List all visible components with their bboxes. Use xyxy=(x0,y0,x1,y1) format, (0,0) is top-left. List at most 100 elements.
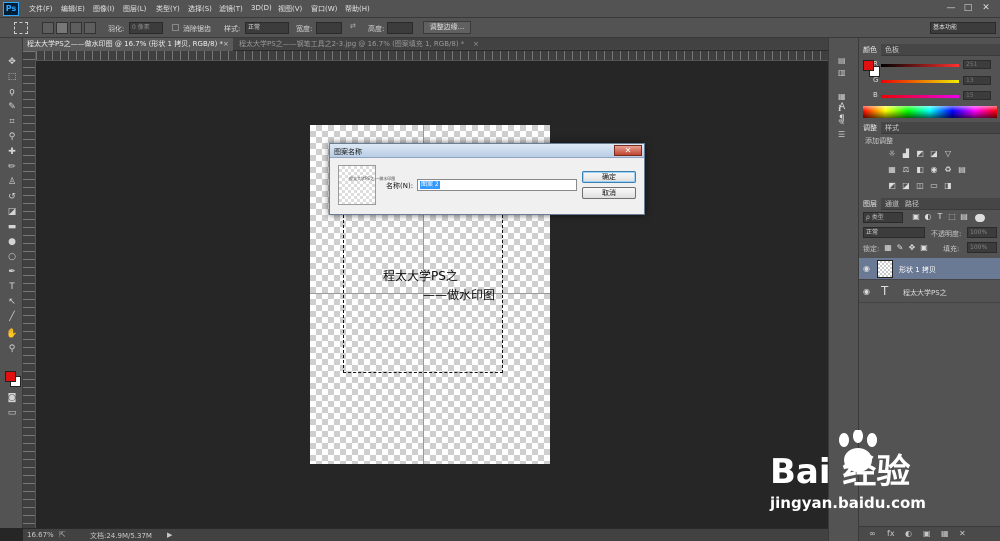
vibrance-icon[interactable]: ▽ xyxy=(943,149,953,159)
opacity-input[interactable]: 100% xyxy=(967,227,997,238)
red-track[interactable] xyxy=(881,64,959,67)
black-white-icon[interactable]: ◧ xyxy=(915,165,925,175)
filter-type-icon[interactable]: T xyxy=(935,212,945,222)
selective-color-icon[interactable]: ◨ xyxy=(943,181,953,191)
visibility-eye-icon[interactable]: ◉ xyxy=(863,287,870,296)
red-slider[interactable]: R 251 xyxy=(873,60,997,70)
menu-file[interactable]: 文件(F) xyxy=(29,4,53,14)
swap-icon[interactable]: ⇄ xyxy=(350,22,356,30)
eraser-icon[interactable]: ◪ xyxy=(6,206,18,218)
intersect-selection-icon[interactable] xyxy=(84,22,96,34)
tab-paths[interactable]: 路径 xyxy=(901,198,923,210)
layer-name[interactable]: 形状 1 拷贝 xyxy=(899,265,936,275)
visibility-eye-icon[interactable]: ◉ xyxy=(863,264,870,273)
brush-icon[interactable]: ✏ xyxy=(6,161,18,173)
cancel-button[interactable]: 取消 xyxy=(582,187,636,199)
green-track[interactable] xyxy=(881,80,959,83)
foreground-color-swatch[interactable] xyxy=(5,371,16,382)
green-value[interactable]: 13 xyxy=(963,76,991,85)
antialias-checkbox[interactable] xyxy=(172,24,179,31)
menu-view[interactable]: 视图(V) xyxy=(278,4,302,14)
add-selection-icon[interactable] xyxy=(56,22,68,34)
layer-row-text[interactable]: ◉ T 程太大学PS之 xyxy=(859,281,1000,303)
refine-edge-button[interactable]: 调整边缘... xyxy=(423,21,471,34)
pattern-name-value[interactable]: 图案 2 xyxy=(420,181,440,189)
subtract-selection-icon[interactable] xyxy=(70,22,82,34)
green-slider[interactable]: G 13 xyxy=(873,76,997,86)
status-menu-icon[interactable]: ▶ xyxy=(167,531,172,539)
paragraph-icon[interactable]: ¶ xyxy=(839,114,845,124)
filter-toggle[interactable] xyxy=(975,214,985,222)
curves-icon[interactable]: ◩ xyxy=(915,149,925,159)
layer-row-shape-copy[interactable]: ◉ 形状 1 拷贝 xyxy=(859,258,1000,280)
lock-position-icon[interactable]: ✥ xyxy=(907,243,917,253)
close-icon[interactable]: ✕ xyxy=(979,3,993,15)
crop-icon[interactable]: ⌗ xyxy=(6,116,18,128)
line-tool-icon[interactable]: ╱ xyxy=(6,311,18,323)
lock-all-icon[interactable]: ▣ xyxy=(919,243,929,253)
filter-adjust-icon[interactable]: ◐ xyxy=(923,212,933,222)
brightness-icon[interactable]: ☼ xyxy=(887,149,897,159)
history-icon[interactable]: ▤ xyxy=(838,56,850,66)
zoom-icon[interactable]: ⚲ xyxy=(6,343,18,355)
photo-filter-icon[interactable]: ◉ xyxy=(929,165,939,175)
new-selection-icon[interactable] xyxy=(42,22,54,34)
history-brush-icon[interactable]: ↺ xyxy=(6,191,18,203)
tab-channels[interactable]: 通道 xyxy=(881,198,903,210)
tab-styles[interactable]: 样式 xyxy=(881,122,903,134)
move-tool-icon[interactable]: ✥ xyxy=(6,56,18,68)
color-foreground-swatch[interactable] xyxy=(863,60,874,71)
tab-pen-tool-doc[interactable]: 程太大学PS之——钢笔工具之2-3.jpg @ 16.7% (图案填充 1, R… xyxy=(235,38,475,51)
export-icon[interactable]: ⇱ xyxy=(59,530,66,539)
tab-color[interactable]: 颜色 xyxy=(859,44,881,56)
swatches-icon[interactable]: ▦ xyxy=(838,92,850,102)
maximize-icon[interactable]: □ xyxy=(961,3,975,15)
path-select-icon[interactable]: ↖ xyxy=(6,296,18,308)
character-icon[interactable]: A xyxy=(839,102,845,112)
menu-help[interactable]: 帮助(H) xyxy=(345,4,370,14)
lock-transparent-icon[interactable]: ▦ xyxy=(883,243,893,253)
properties-icon[interactable]: ▥ xyxy=(838,68,850,78)
tab-layers[interactable]: 图层 xyxy=(859,198,881,210)
posterize-icon[interactable]: ◪ xyxy=(901,181,911,191)
tab-close-icon[interactable]: × xyxy=(223,40,229,48)
quick-mask-icon[interactable]: ◙ xyxy=(6,392,18,404)
style-select[interactable]: 正常 xyxy=(245,22,289,34)
blue-value[interactable]: 15 xyxy=(963,91,991,100)
new-group-icon[interactable]: ▣ xyxy=(923,529,931,538)
type-tool-icon[interactable]: T xyxy=(6,281,18,293)
eyedropper-icon[interactable]: ⚲ xyxy=(6,131,18,143)
healing-brush-icon[interactable]: ✚ xyxy=(6,146,18,158)
width-input[interactable] xyxy=(316,22,342,34)
fill-input[interactable]: 100% xyxy=(967,242,997,253)
lasso-icon[interactable]: ϙ xyxy=(6,86,18,98)
levels-icon[interactable]: ▟ xyxy=(901,149,911,159)
tab-close-icon[interactable]: × xyxy=(473,40,479,48)
menu-3d[interactable]: 3D(D) xyxy=(251,4,272,12)
menu-filter[interactable]: 滤镜(T) xyxy=(219,4,243,14)
fx-icon[interactable]: fx xyxy=(887,529,895,538)
menu-select[interactable]: 选择(S) xyxy=(188,4,212,14)
menu-layer[interactable]: 图层(L) xyxy=(123,4,146,14)
hand-icon[interactable]: ✋ xyxy=(6,328,18,340)
workspace-select[interactable]: 基本功能 xyxy=(930,22,996,34)
minimize-icon[interactable]: — xyxy=(944,3,958,15)
tab-adjustments[interactable]: 调整 xyxy=(859,122,881,134)
threshold-icon[interactable]: ◫ xyxy=(915,181,925,191)
filter-pixel-icon[interactable]: ▣ xyxy=(911,212,921,222)
invert-icon[interactable]: ◩ xyxy=(887,181,897,191)
link-layers-icon[interactable]: ∞ xyxy=(869,529,876,538)
delete-layer-icon[interactable]: ✕ xyxy=(959,529,966,538)
color-lookup-icon[interactable]: ▤ xyxy=(957,165,967,175)
new-layer-icon[interactable]: ▦ xyxy=(941,529,949,538)
channel-mixer-icon[interactable]: ♻ xyxy=(943,165,953,175)
exposure-icon[interactable]: ◪ xyxy=(929,149,939,159)
clone-source-icon[interactable]: ☰ xyxy=(838,130,850,140)
menu-edit[interactable]: 编辑(E) xyxy=(61,4,85,14)
zoom-level[interactable]: 16.67% xyxy=(27,531,54,539)
dodge-icon[interactable]: ○ xyxy=(6,251,18,263)
lock-pixels-icon[interactable]: ✎ xyxy=(895,243,905,253)
quick-select-icon[interactable]: ✎ xyxy=(6,101,18,113)
filter-smart-icon[interactable]: ▤ xyxy=(959,212,969,222)
tab-swatches[interactable]: 色板 xyxy=(881,44,903,56)
